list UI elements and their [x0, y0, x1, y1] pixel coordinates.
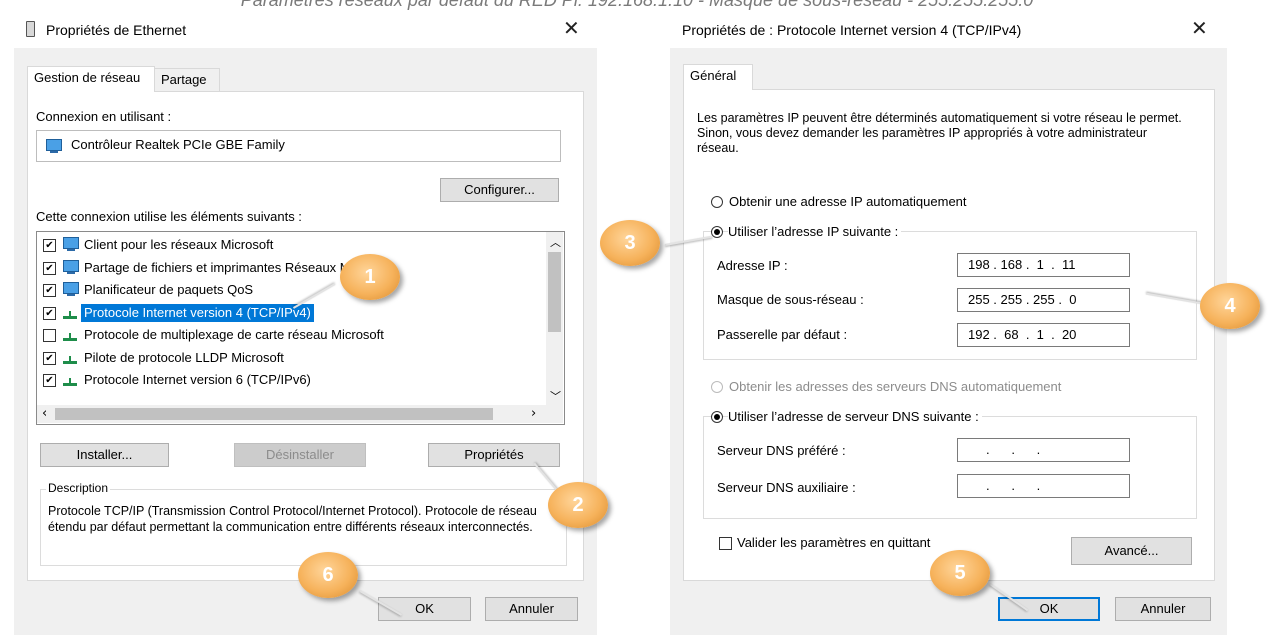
horizontal-scrollbar[interactable]: ‹ ›	[37, 405, 563, 423]
dns-group	[703, 416, 1197, 519]
adapter-box: Contrôleur Realtek PCIe GBE Family	[36, 130, 561, 162]
validate-label[interactable]: Valider les paramètres en quittant	[737, 535, 957, 550]
scroll-down-icon[interactable]: ﹀	[550, 388, 561, 404]
list-item[interactable]: Planificateur de paquets QoS	[81, 281, 256, 299]
scroll-left-icon[interactable]: ‹	[42, 406, 47, 421]
gateway-field[interactable]: 192 . 68 . 1 . 20	[957, 323, 1130, 347]
window-title: Propriétés de : Protocole Internet versi…	[682, 22, 1022, 38]
auto-dns-label: Obtenir les adresses des serveurs DNS au…	[729, 379, 1062, 394]
item-checkbox[interactable]: ✔	[43, 351, 56, 365]
item-checkbox[interactable]: ✔	[43, 306, 56, 320]
tab-general[interactable]: Général	[683, 64, 753, 90]
properties-button[interactable]: Propriétés	[428, 443, 560, 467]
close-icon[interactable]: ✕	[1191, 16, 1208, 40]
network-protocol-icon	[63, 352, 77, 364]
scroll-hthumb[interactable]	[55, 408, 493, 420]
general-panel: Les paramètres IP peuvent être déterminé…	[683, 89, 1215, 581]
cancel-button[interactable]: Annuler	[485, 597, 578, 621]
network-protocol-icon	[63, 307, 77, 319]
caption-text: Paramètres réseaux par défaut du RED Pi:…	[240, 0, 1034, 10]
list-item[interactable]: Pilote de protocole LLDP Microsoft	[81, 349, 287, 367]
adapter-name: Contrôleur Realtek PCIe GBE Family	[71, 137, 285, 152]
step-badge-6: 6	[298, 552, 358, 598]
validate-checkbox[interactable]	[719, 537, 732, 550]
description-title: Description	[46, 481, 111, 495]
close-icon[interactable]: ✕	[563, 16, 580, 40]
item-checkbox[interactable]: ✔	[43, 261, 56, 275]
scroll-right-icon[interactable]: ›	[531, 406, 536, 421]
item-checkbox[interactable]: ✔	[43, 374, 56, 387]
vertical-scrollbar[interactable]: ︿ ﹀	[546, 232, 563, 405]
advanced-button[interactable]: Avancé...	[1071, 537, 1192, 565]
cancel-button[interactable]: Annuler	[1115, 597, 1211, 621]
step-badge-5: 5	[930, 550, 990, 596]
configure-button[interactable]: Configurer...	[440, 178, 559, 202]
auto-ip-radio[interactable]	[711, 196, 723, 208]
network-adapter-icon	[26, 21, 35, 37]
alternate-dns-field[interactable]: . . .	[957, 474, 1130, 498]
auto-dns-radio	[711, 381, 723, 393]
ethernet-properties-dialog: Propriétés de Ethernet ✕ Gestion de rése…	[14, 12, 597, 635]
description-text: Protocole TCP/IP (Transmission Control P…	[48, 504, 537, 534]
tab-panel: Connexion en utilisant : Contrôleur Real…	[27, 91, 584, 581]
step-badge-3: 3	[600, 220, 660, 266]
ip-address-label: Adresse IP :	[717, 258, 788, 273]
auto-ip-label[interactable]: Obtenir une adresse IP automatiquement	[729, 194, 967, 209]
alternate-dns-label: Serveur DNS auxiliaire :	[717, 480, 856, 495]
manual-dns-radio[interactable]	[711, 411, 723, 423]
title-bar: Propriétés de Ethernet ✕	[14, 12, 597, 48]
intro-text: Les paramètres IP peuvent être déterminé…	[697, 111, 1182, 155]
network-protocol-icon	[63, 329, 77, 341]
scroll-thumb[interactable]	[548, 252, 561, 332]
preferred-dns-label: Serveur DNS préféré :	[717, 443, 846, 458]
scroll-up-icon[interactable]: ︿	[550, 234, 561, 250]
install-button[interactable]: Installer...	[40, 443, 169, 467]
manual-ip-radio[interactable]	[711, 226, 723, 238]
computer-icon	[46, 139, 62, 153]
list-item[interactable]: Protocole Internet version 4 (TCP/IPv4)	[81, 303, 314, 322]
subnet-mask-label: Masque de sous-réseau :	[717, 292, 864, 307]
manual-ip-label[interactable]: Utiliser l’adresse IP suivante :	[728, 224, 902, 239]
list-item[interactable]: Protocole Internet version 6 (TCP/IPv6)	[81, 371, 314, 389]
computer-icon	[63, 259, 79, 274]
computer-icon	[63, 282, 79, 296]
network-protocol-icon	[63, 374, 77, 386]
subnet-mask-field[interactable]: 255 . 255 . 255 . 0	[957, 288, 1130, 312]
item-checkbox[interactable]: ✔	[43, 239, 56, 252]
ip-address-field[interactable]: 198 . 168 . 1 . 11	[957, 253, 1130, 277]
computer-icon	[63, 237, 79, 251]
tab-gestion-reseau[interactable]: Gestion de réseau	[27, 66, 155, 92]
tab-partage[interactable]: Partage	[154, 68, 220, 92]
window-title: Propriétés de Ethernet	[46, 22, 187, 38]
preferred-dns-field[interactable]: . . .	[957, 438, 1130, 462]
step-badge-2: 2	[548, 482, 608, 528]
title-bar: Propriétés de : Protocole Internet versi…	[670, 12, 1227, 48]
manual-dns-label[interactable]: Utiliser l’adresse de serveur DNS suivan…	[728, 409, 982, 424]
uninstall-button: Désinstaller	[234, 443, 366, 467]
items-label: Cette connexion utilise les éléments sui…	[36, 209, 302, 224]
gateway-label: Passerelle par défaut :	[717, 327, 848, 342]
ipv4-properties-dialog: Propriétés de : Protocole Internet versi…	[670, 12, 1227, 635]
connect-using-label: Connexion en utilisant :	[36, 109, 172, 124]
step-badge-1: 1	[340, 254, 400, 300]
list-item[interactable]: Client pour les réseaux Microsoft	[81, 236, 276, 254]
components-list: ✔ Client pour les réseaux Microsoft ✔ Parta…	[36, 231, 565, 425]
step-badge-4: 4	[1200, 283, 1260, 329]
list-item[interactable]: Protocole de multiplexage de carte résea…	[81, 326, 387, 344]
item-checkbox[interactable]	[43, 329, 56, 342]
item-checkbox[interactable]: ✔	[43, 284, 56, 297]
